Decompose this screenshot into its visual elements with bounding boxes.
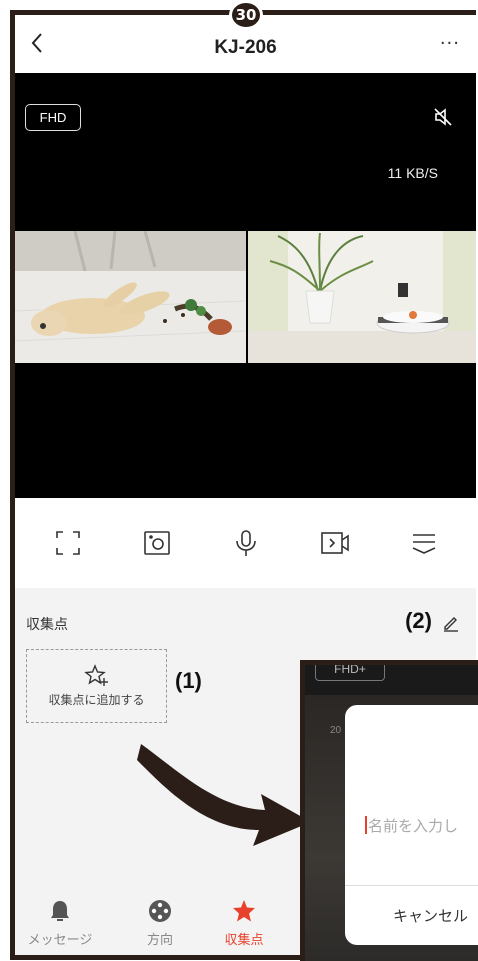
microphone-button[interactable] [226,523,266,563]
text-caret [365,816,367,834]
menu-button[interactable] [404,523,444,563]
name-input-dialog: 名前を入力し キャンセル [345,705,478,945]
microphone-icon [235,530,256,556]
chevron-left-icon [31,33,42,53]
name-input[interactable]: 名前を入力し [365,815,458,836]
star-icon [233,899,255,921]
add-gathering-point-button[interactable]: 収集点に追加する [26,649,167,723]
screenshot-icon [143,531,170,555]
back-button[interactable] [29,31,51,57]
bell-icon [51,900,69,921]
control-toolbar [15,498,476,588]
cancel-button[interactable]: キャンセル [393,905,468,926]
inset-partial-number: 20 [330,725,342,736]
add-gathering-point-label: 収集点に追加する [48,693,145,707]
nav-item-gathering-point[interactable]: 収集点 [199,888,289,955]
guide-arrow [137,744,311,846]
dialog-divider [345,885,478,886]
bitrate-readout: 11 KB/S [387,165,438,181]
more-options-button[interactable]: ··· [440,33,460,54]
device-title: KJ-206 [214,37,277,58]
menu-icon [412,534,435,554]
nav-item-direction[interactable]: 方向 [115,888,205,955]
nav-label: 方向 [146,932,173,948]
scene-image-vacuum [248,231,476,363]
fullscreen-icon [55,531,80,555]
pencil-icon [444,617,458,632]
fullscreen-button[interactable] [48,523,88,563]
scene-image-dog [15,231,246,363]
speaker-muted-icon [434,108,452,126]
quality-button[interactable]: FHD [25,104,81,131]
nav-item-messages[interactable]: メッセージ [15,888,105,955]
name-input-placeholder: 名前を入力し [368,817,459,835]
star-add-icon [83,664,108,686]
inset-quality-label: FHD+ [315,665,385,681]
camera-feed[interactable]: FHD 11 KB/S [15,73,476,498]
mute-button[interactable] [432,106,454,128]
section-title: 収集点 [26,617,68,633]
next-step-inset: FHD+ 20 名前を入力し キャンセル [300,660,478,961]
screenshot-button[interactable] [137,523,177,563]
annotation-2: (2) [405,608,432,633]
nav-label: メッセージ [27,932,93,948]
record-button[interactable] [315,523,355,563]
annotation-1: (1) [175,668,202,693]
page-number-badge: 30 [229,0,263,30]
nav-label: 収集点 [224,932,264,948]
dpad-icon [149,899,171,922]
edit-button[interactable] [442,614,460,632]
record-icon [320,532,349,554]
